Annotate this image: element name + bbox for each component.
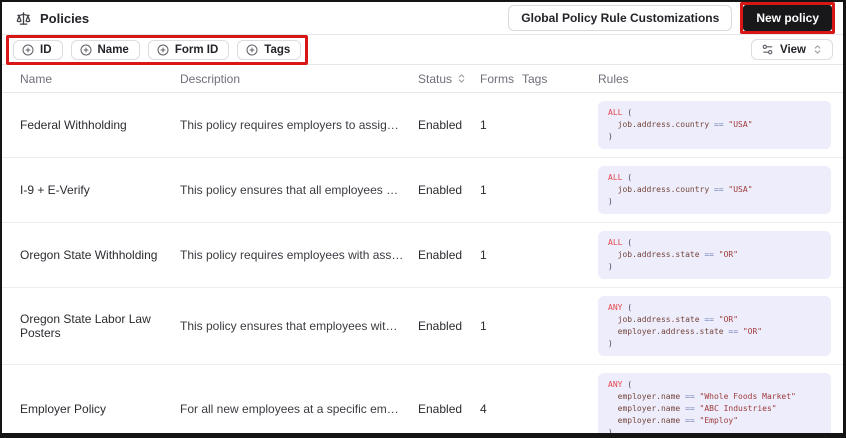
cell-rules: ANY ( job.address.state == "OR" employer… bbox=[598, 296, 831, 356]
cell-status: Enabled bbox=[418, 183, 463, 197]
circle-plus-icon bbox=[246, 44, 258, 56]
cell-rules: ANY ( employer.name == "Whole Foods Mark… bbox=[598, 373, 831, 433]
cell-forms: 1 bbox=[480, 183, 487, 197]
column-header-forms: Forms bbox=[480, 71, 514, 86]
cell-status: Enabled bbox=[418, 118, 463, 132]
circle-plus-icon bbox=[157, 44, 169, 56]
column-header-name: Name bbox=[20, 71, 53, 86]
cell-forms: 1 bbox=[480, 248, 487, 262]
filter-toolbar: ID Name Form ID Tags View bbox=[2, 34, 843, 65]
cell-description: This policy requires employees with assi… bbox=[180, 248, 418, 262]
table-row[interactable]: Oregon State Withholding This policy requ… bbox=[2, 223, 843, 288]
filter-chip-label: ID bbox=[40, 43, 52, 56]
circle-plus-icon bbox=[22, 44, 34, 56]
page-title: Policies bbox=[40, 10, 90, 26]
filter-chip-label: Name bbox=[97, 43, 129, 56]
cell-forms: 1 bbox=[480, 118, 487, 132]
column-header-rules: Rules bbox=[598, 71, 629, 86]
rule-code-block: ALL ( job.address.country == "USA" ) bbox=[598, 101, 831, 149]
filter-chip-form-id[interactable]: Form ID bbox=[147, 39, 230, 60]
rule-code-block: ALL ( job.address.state == "OR" ) bbox=[598, 231, 831, 279]
sliders-icon bbox=[761, 43, 774, 56]
view-button[interactable]: View bbox=[751, 39, 833, 60]
rule-code-block: ANY ( job.address.state == "OR" employer… bbox=[598, 296, 831, 356]
table-body: Federal Withholding This policy requires … bbox=[2, 93, 843, 433]
page-header: Policies Global Policy Rule Customizatio… bbox=[2, 2, 843, 35]
cell-description: This policy ensures that all employees c… bbox=[180, 183, 418, 197]
new-policy-button[interactable]: New policy bbox=[743, 5, 832, 31]
cell-name: Oregon State Withholding bbox=[20, 248, 158, 262]
cell-status: Enabled bbox=[418, 402, 463, 416]
cell-rules: ALL ( job.address.country == "USA" ) bbox=[598, 166, 831, 214]
filter-chip-tags[interactable]: Tags bbox=[237, 39, 302, 60]
column-header-status: Status bbox=[418, 72, 480, 86]
table-row[interactable]: I-9 + E-Verify This policy ensures that a… bbox=[2, 158, 843, 223]
column-header-tags: Tags bbox=[522, 71, 548, 86]
cell-description: This policy requires employers to assign… bbox=[180, 118, 418, 132]
table-row[interactable]: Federal Withholding This policy requires … bbox=[2, 93, 843, 158]
cell-forms: 1 bbox=[480, 319, 487, 333]
filter-chip-name[interactable]: Name bbox=[70, 39, 140, 60]
cell-name: Employer Policy bbox=[20, 402, 107, 416]
filter-chip-id[interactable]: ID bbox=[13, 39, 63, 60]
filter-chip-label: Tags bbox=[264, 43, 291, 56]
cell-name: I-9 + E-Verify bbox=[20, 183, 90, 197]
cell-rules: ALL ( job.address.country == "USA" ) bbox=[598, 101, 831, 149]
cell-name: Oregon State Labor Law Posters bbox=[20, 312, 151, 340]
annotation-box-new-policy: New policy bbox=[740, 2, 835, 34]
scales-icon bbox=[16, 11, 31, 26]
cell-forms: 4 bbox=[480, 402, 487, 416]
global-policy-rule-customizations-button[interactable]: Global Policy Rule Customizations bbox=[508, 5, 733, 31]
table-row[interactable]: Employer Policy For all new employees at … bbox=[2, 365, 843, 433]
cell-name: Federal Withholding bbox=[20, 118, 127, 132]
app-window: Policies Global Policy Rule Customizatio… bbox=[0, 0, 846, 438]
cell-description: This policy ensures that employees with … bbox=[180, 319, 418, 333]
view-button-label: View bbox=[780, 43, 806, 56]
rule-code-block: ALL ( job.address.country == "USA" ) bbox=[598, 166, 831, 214]
circle-plus-icon bbox=[80, 44, 92, 56]
filter-chip-label: Form ID bbox=[174, 43, 219, 56]
chevrons-up-down-icon bbox=[812, 44, 823, 55]
table-header: Name Description Status Forms Tags Rules bbox=[2, 65, 843, 93]
cell-status: Enabled bbox=[418, 248, 463, 262]
cell-rules: ALL ( job.address.state == "OR" ) bbox=[598, 231, 831, 279]
column-header-description: Description bbox=[180, 71, 241, 86]
cell-status: Enabled bbox=[418, 319, 463, 333]
table-row[interactable]: Oregon State Labor Law Posters This polic… bbox=[2, 288, 843, 365]
status-sort-icon[interactable] bbox=[456, 73, 467, 84]
annotation-box-filters: ID Name Form ID Tags bbox=[6, 34, 309, 65]
rule-code-block: ANY ( employer.name == "Whole Foods Mark… bbox=[598, 373, 831, 433]
cell-description: For all new employees at a specific empl… bbox=[180, 402, 418, 416]
